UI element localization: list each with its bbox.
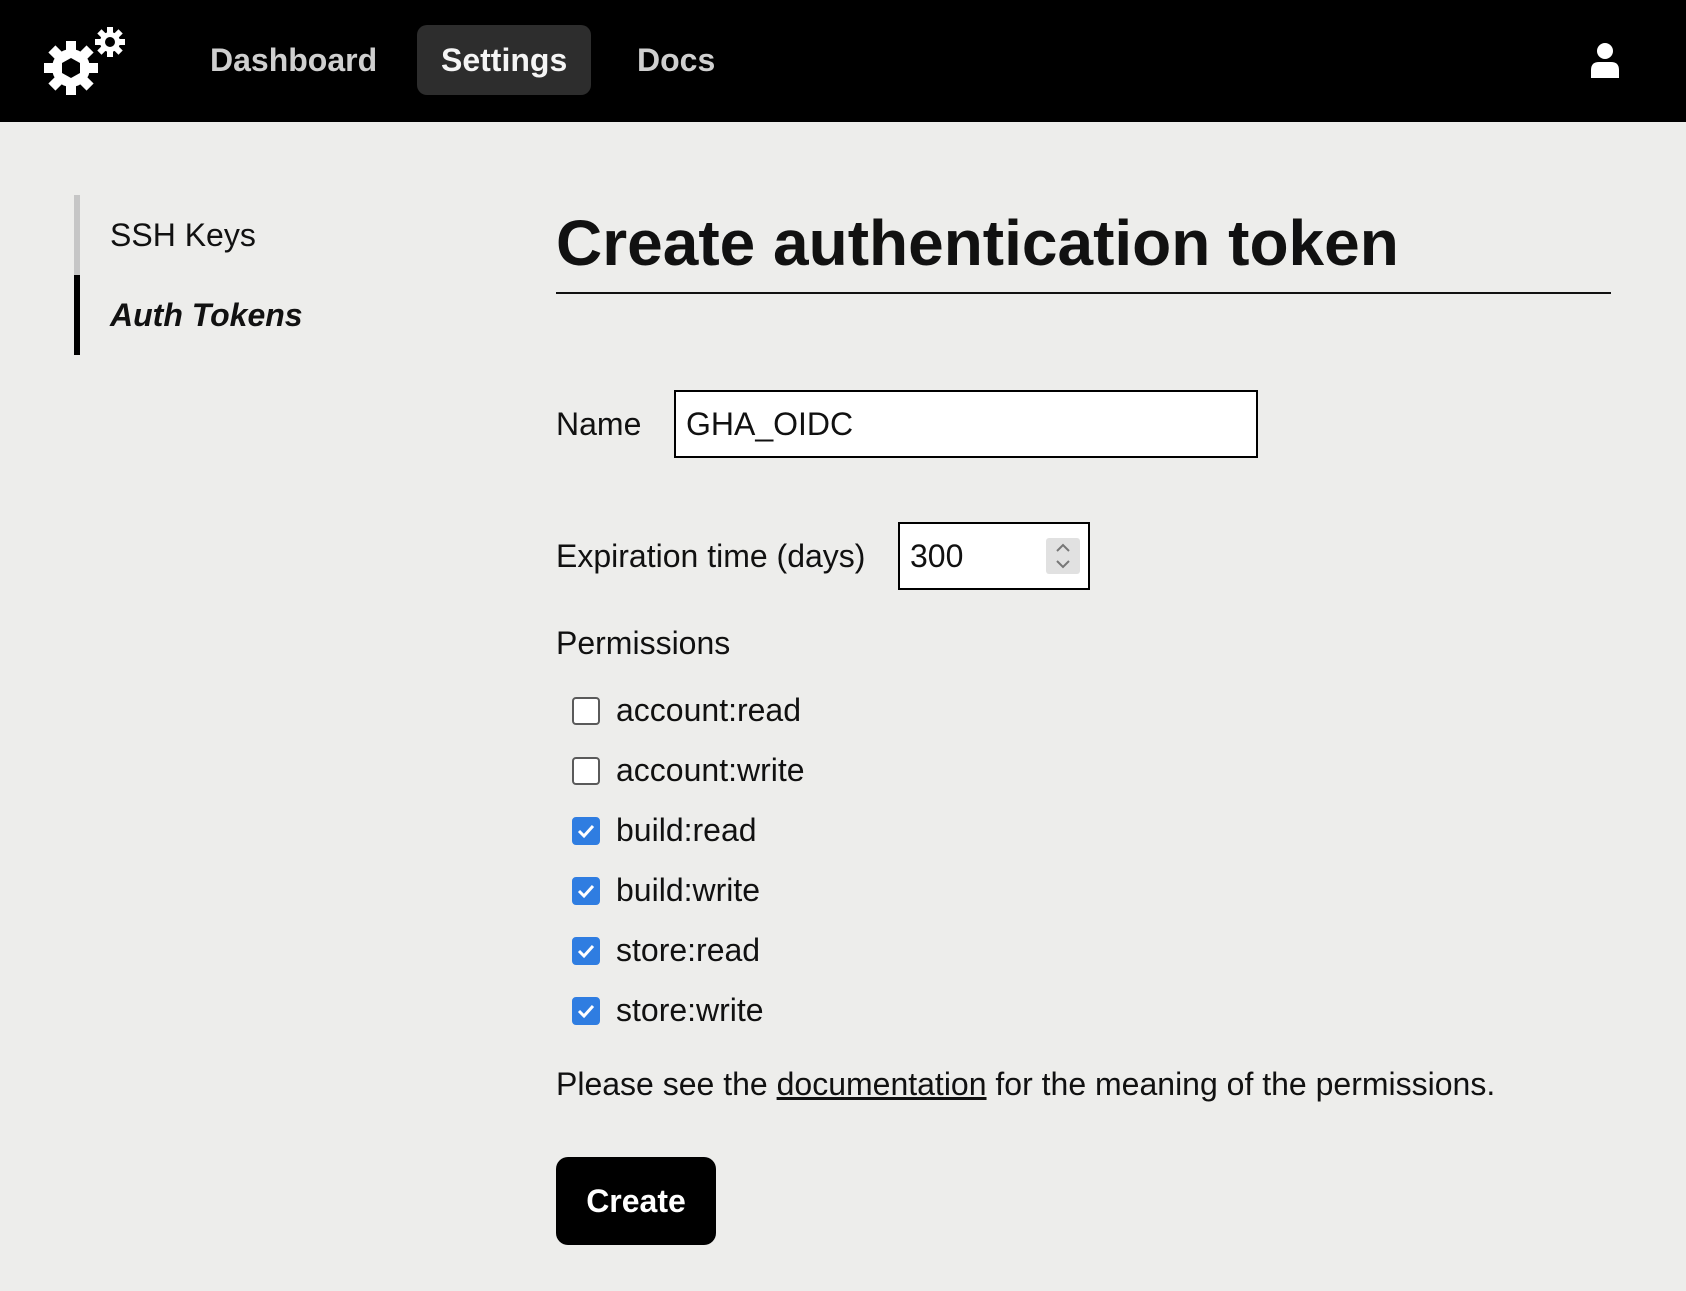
top-navbar: Dashboard Settings Docs (0, 0, 1686, 122)
permission-label: store:read (616, 932, 761, 968)
note-prefix: Please see the (556, 1066, 777, 1102)
permission-store-write: store:write (572, 980, 972, 1040)
permission-label: build:write (616, 872, 761, 908)
note-suffix: for the meaning of the permissions. (986, 1066, 1496, 1102)
nav-settings[interactable]: Settings (417, 25, 592, 95)
permission-label: store:write (616, 992, 764, 1028)
nav-docs[interactable]: Docs (613, 25, 739, 95)
settings-sidebar: SSH Keys Auth Tokens (74, 195, 434, 355)
checkbox-checked[interactable] (572, 817, 600, 845)
create-token-form: Create authentication token Name Expirat… (556, 200, 1611, 1245)
permissions-heading: Permissions (556, 625, 731, 661)
checkmark-icon (577, 944, 595, 959)
checkbox-checked[interactable] (572, 997, 600, 1025)
permission-account-read: account:read (572, 680, 972, 740)
create-button[interactable]: Create (556, 1157, 716, 1245)
expiration-label: Expiration time (days) (556, 538, 866, 574)
gears-icon[interactable] (40, 24, 132, 100)
checkbox[interactable] (572, 757, 600, 785)
permission-label: account:write (616, 752, 805, 788)
checkbox-checked[interactable] (572, 937, 600, 965)
documentation-note: Please see the documentation for the mea… (556, 1062, 1495, 1106)
spinner-arrows-icon[interactable] (1046, 538, 1080, 574)
permission-build-write: build:write (572, 860, 972, 920)
permission-label: build:read (616, 812, 757, 848)
expiration-input[interactable]: 300 (898, 522, 1090, 590)
user-icon[interactable] (1590, 42, 1620, 78)
name-label: Name (556, 406, 642, 442)
name-input[interactable] (674, 390, 1258, 458)
checkmark-icon (577, 824, 595, 839)
permission-store-read: store:read (572, 920, 972, 980)
page-title: Create authentication token (556, 200, 1611, 294)
nav-dashboard[interactable]: Dashboard (186, 25, 401, 95)
checkbox-checked[interactable] (572, 877, 600, 905)
sidebar-item-auth-tokens[interactable]: Auth Tokens (74, 275, 434, 355)
checkmark-icon (577, 884, 595, 899)
documentation-link[interactable]: documentation (777, 1066, 987, 1102)
checkmark-icon (577, 1004, 595, 1019)
permission-build-read: build:read (572, 800, 972, 860)
expiration-value: 300 (910, 538, 964, 574)
checkbox[interactable] (572, 697, 600, 725)
permission-label: account:read (616, 692, 802, 728)
permissions-list: account:read account:write build:read bu… (572, 680, 972, 1040)
permission-account-write: account:write (572, 740, 972, 800)
sidebar-item-ssh-keys[interactable]: SSH Keys (74, 195, 434, 275)
